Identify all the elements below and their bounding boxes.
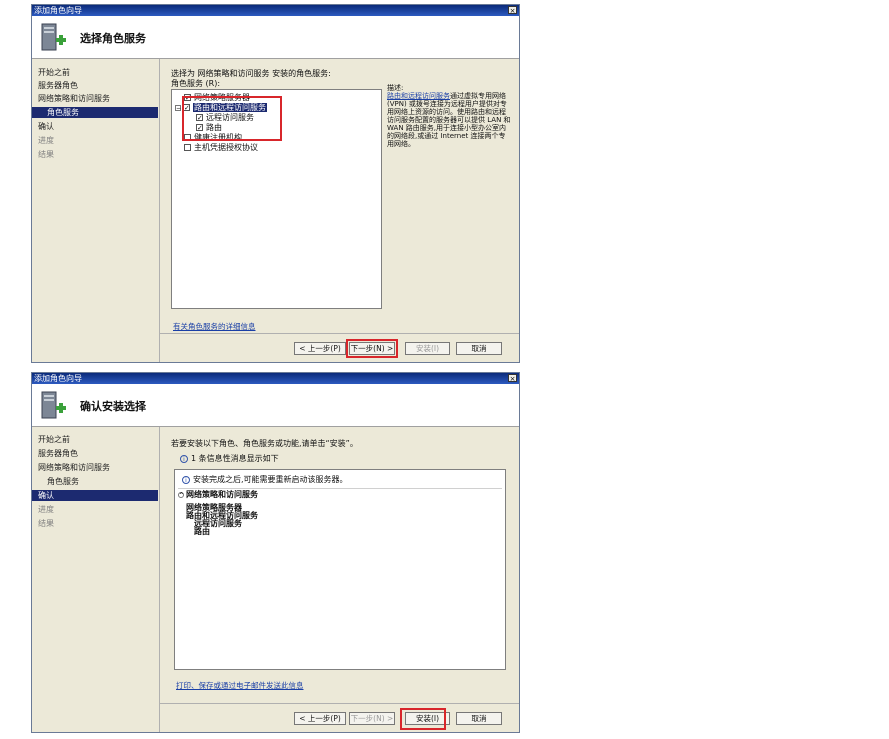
title-bar: 添加角色向导 × (32, 5, 519, 16)
nav-step-progress: 进度 (38, 505, 54, 514)
button-bar: < 上一步(P) 下一步(N) > 安装(I) 取消 (159, 333, 519, 362)
annotation-highlight-box (346, 339, 398, 358)
prev-button[interactable]: < 上一步(P) (294, 712, 346, 725)
button-bar: < 上一步(P) 下一步(N) > 安装(I) 取消 (159, 703, 519, 732)
restart-notice: i 安装完成之后,可能需要重新启动该服务器。 (182, 474, 348, 485)
page-title: 选择角色服务 (80, 32, 146, 45)
title-bar: 添加角色向导 × (32, 373, 519, 384)
collapse-icon[interactable]: − (175, 104, 181, 111)
close-button[interactable]: × (508, 6, 517, 15)
nav-step-npas[interactable]: 网络策略和访问服务 (32, 462, 158, 473)
info-message-count: i1 条信息性消息显示如下 (180, 453, 279, 464)
confirmation-list: i 安装完成之后,可能需要重新启动该服务器。 ^ 网络策略和访问服务 网络策略服务器… (174, 469, 506, 670)
cancel-button[interactable]: 取消 (456, 712, 502, 725)
content-pane: 选择为 网络策略和访问服务 安装的角色服务: 角色服务 (R): ✓ 网络策略服务… (159, 59, 519, 334)
nav-step-server-roles[interactable]: 服务器角色 (32, 80, 158, 91)
wizard-window-select-role-services: 添加角色向导 × 选择角色服务 开始之前 服务器角色 网络策略和访问服务 角色服… (31, 4, 520, 363)
close-button[interactable]: × (508, 374, 517, 383)
annotation-highlight-box (182, 96, 282, 141)
info-icon: i (182, 475, 190, 484)
annotation-highlight-box (400, 708, 446, 730)
page-title: 确认安装选择 (80, 400, 146, 413)
nav-step-role-services[interactable]: 角色服务 (32, 107, 158, 118)
tree-item-hcap[interactable]: 主机凭据授权协议 (184, 143, 258, 153)
description-text: 通过虚拟专用网络 (VPN) 或拨号连接为远程用户提供对专用网络上资源的访问。使… (387, 92, 511, 148)
description-panel: 描述: 路由和远程访问服务通过虚拟专用网络 (VPN) 或拨号连接为远程用户提供… (387, 84, 511, 148)
window-title: 添加角色向导 (34, 6, 82, 15)
nav-step-results: 结果 (38, 519, 54, 528)
nav-step-before-you-begin[interactable]: 开始之前 (32, 434, 158, 445)
cancel-button[interactable]: 取消 (456, 342, 502, 355)
wizard-header: 选择角色服务 (32, 16, 519, 59)
role-services-label: 角色服务 (R): (171, 79, 221, 88)
print-save-email-link[interactable]: 打印、保存或通过电子邮件发送此信息 (176, 680, 304, 691)
description-link[interactable]: 路由和远程访问服务 (387, 92, 450, 100)
description-heading: 描述: (387, 84, 404, 92)
content-pane: 若要安装以下角色、角色服务或功能,请单击“安装”。 i1 条信息性消息显示如下 … (159, 427, 519, 704)
server-role-icon (41, 23, 66, 51)
install-button: 安装(I) (405, 342, 450, 355)
instruction-text: 若要安装以下角色、角色服务或功能,请单击“安装”。 (171, 439, 358, 448)
nav-step-confirmation[interactable]: 确认 (32, 121, 158, 132)
info-icon: i (180, 454, 188, 463)
wizard-steps-nav: 开始之前 服务器角色 网络策略和访问服务 角色服务 确认 进度 结果 (32, 427, 159, 732)
item-routing: 路由 (194, 527, 210, 536)
server-role-icon (41, 391, 66, 419)
wizard-steps-nav: 开始之前 服务器角色 网络策略和访问服务 角色服务 确认 进度 结果 (32, 59, 159, 362)
nav-step-role-services[interactable]: 角色服务 (32, 476, 158, 487)
next-button: 下一步(N) > (349, 712, 395, 725)
nav-step-server-roles[interactable]: 服务器角色 (32, 448, 158, 459)
window-title: 添加角色向导 (34, 374, 82, 383)
wizard-window-confirm-installation: 添加角色向导 × 确认安装选择 开始之前 服务器角色 网络策略和访问服务 角色服… (31, 372, 520, 733)
nav-step-npas[interactable]: 网络策略和访问服务 (32, 93, 158, 104)
wizard-header: 确认安装选择 (32, 384, 519, 427)
checkbox-unchecked-icon[interactable] (184, 144, 191, 151)
section-npas[interactable]: ^ 网络策略和访问服务 (178, 489, 258, 500)
nav-step-confirmation[interactable]: 确认 (32, 490, 158, 501)
more-info-link[interactable]: 有关角色服务的详细信息 (173, 321, 256, 332)
nav-step-before-you-begin[interactable]: 开始之前 (32, 67, 158, 78)
nav-step-results: 结果 (38, 150, 54, 159)
nav-step-progress: 进度 (38, 136, 54, 145)
collapse-section-icon[interactable]: ^ (178, 491, 184, 498)
prev-button[interactable]: < 上一步(P) (294, 342, 346, 355)
